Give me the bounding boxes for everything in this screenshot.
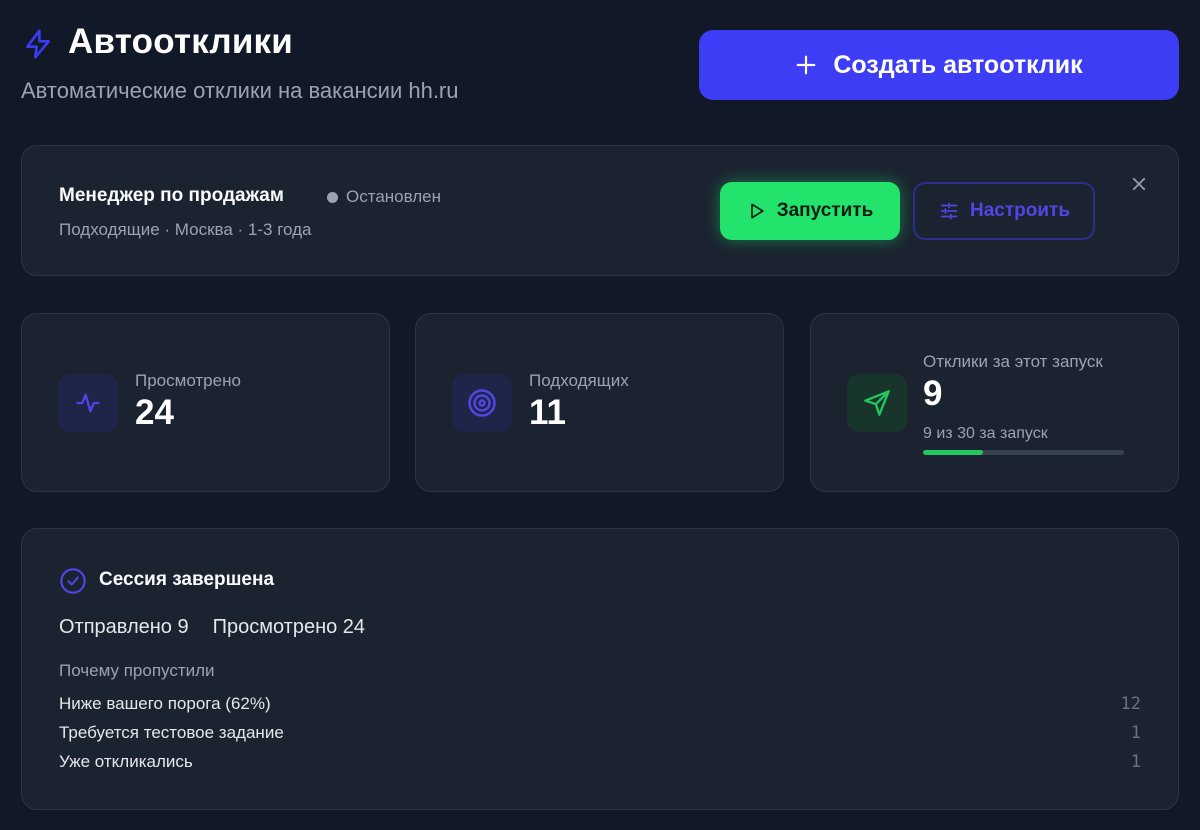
skip-count: 1: [1130, 723, 1141, 743]
plus-icon: [796, 55, 816, 75]
stat-card-viewed: Просмотрено 24: [21, 313, 390, 492]
activity-icon: [76, 393, 100, 413]
progress-note: 9 из 30 за запуск: [923, 425, 1048, 442]
play-icon: [750, 203, 764, 219]
job-meta: Подходящие · Москва · 1-3 года: [59, 220, 312, 239]
stat-value: 24: [135, 393, 174, 432]
session-sent: Отправлено 9: [59, 616, 189, 638]
run-button-label: Запустить: [776, 200, 874, 221]
configure-button-label: Настроить: [969, 200, 1071, 221]
stat-value: 11: [529, 393, 566, 432]
check-circle-icon: [60, 568, 86, 594]
stat-value: 9: [923, 374, 943, 413]
stat-label: Отклики за этот запуск: [923, 352, 1103, 371]
page-title: Автоотклики: [68, 22, 293, 61]
create-autoresponse-button[interactable]: Создать автоотклик: [699, 30, 1179, 100]
stat-card-responses: Отклики за этот запуск 9 9 из 30 за запу…: [810, 313, 1179, 492]
stat-icon-box: [847, 374, 907, 432]
status-badge: Остановлен: [327, 187, 441, 207]
skip-count: 1: [1130, 752, 1141, 772]
skip-count: 12: [1120, 694, 1141, 714]
stat-card-matching: Подходящих 11: [415, 313, 784, 492]
stat-label: Подходящих: [529, 371, 629, 390]
session-viewed: Просмотрено 24: [212, 616, 366, 638]
status-text: Остановлен: [346, 187, 442, 206]
session-stats: Отправлено 9 Просмотрено 24: [59, 616, 365, 639]
close-icon[interactable]: [1130, 175, 1148, 193]
lightning-icon: [26, 29, 50, 59]
progress-fill: [923, 450, 984, 455]
stat-label: Просмотрено: [135, 371, 241, 390]
skip-reason: Требуется тестовое задание: [59, 723, 284, 742]
progress-bar: [923, 450, 1124, 455]
run-button[interactable]: Запустить: [720, 182, 900, 240]
status-dot-icon: [327, 191, 338, 203]
job-card: Менеджер по продажам Остановлен Подходящ…: [21, 145, 1179, 276]
configure-button[interactable]: Настроить: [913, 182, 1095, 240]
stat-icon-box: [452, 374, 512, 432]
job-title: Менеджер по продажам: [59, 185, 284, 206]
target-icon: [468, 389, 496, 417]
sliders-icon: [940, 202, 958, 220]
skip-reason: Ниже вашего порога (62%): [59, 694, 271, 713]
create-button-label: Создать автоотклик: [833, 50, 1083, 79]
send-icon: [864, 390, 890, 416]
page-subtitle: Автоматические отклики на вакансии hh.ru: [21, 78, 459, 103]
stat-icon-box: [58, 374, 118, 432]
skip-reason: Уже откликались: [59, 752, 193, 771]
skip-heading: Почему пропустили: [59, 661, 215, 680]
session-card: Сессия завершена Отправлено 9 Просмотрен…: [21, 528, 1179, 810]
session-title: Сессия завершена: [99, 569, 275, 590]
